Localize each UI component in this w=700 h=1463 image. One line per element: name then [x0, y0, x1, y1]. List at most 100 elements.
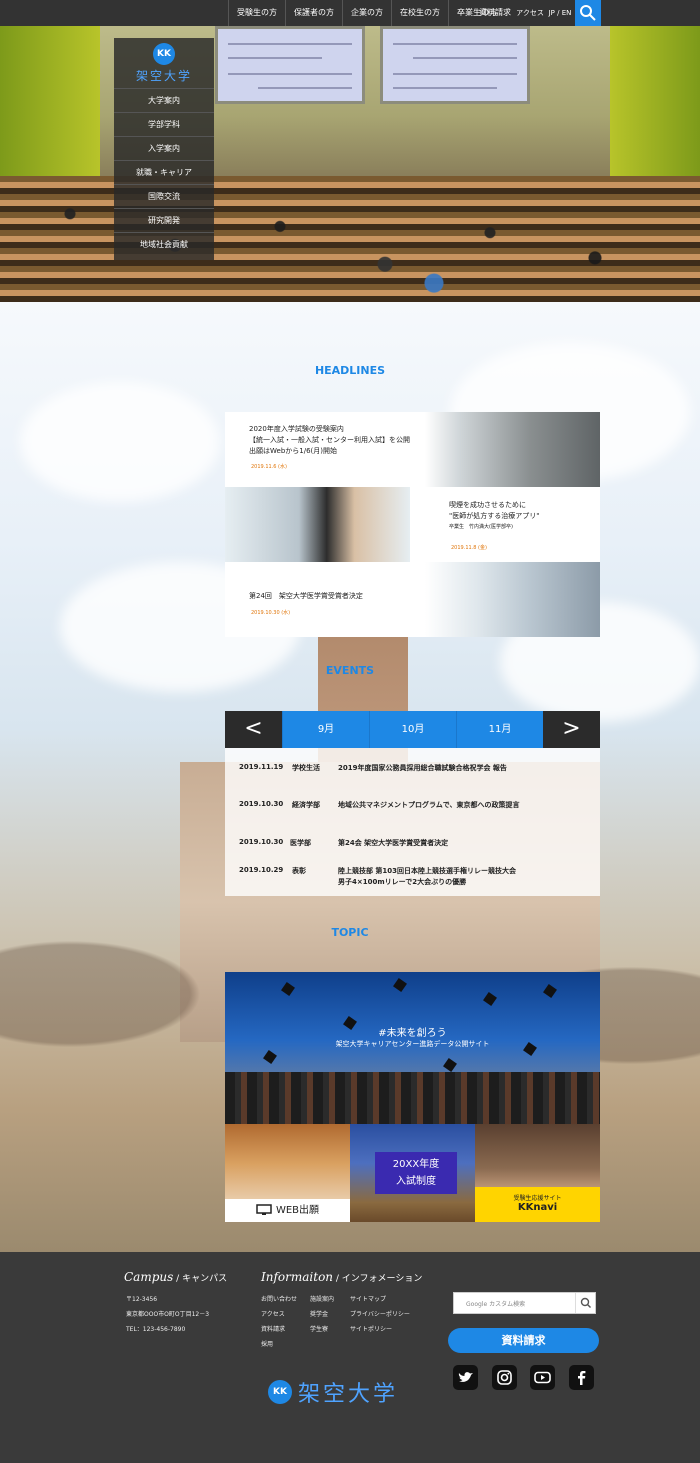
- event-date: 2019.10.30: [239, 838, 284, 846]
- footer-logo[interactable]: KK 架空大学: [268, 1376, 398, 1408]
- tab-month-10[interactable]: 10月: [369, 711, 456, 748]
- search-placeholder: Google カスタム検索: [466, 1301, 526, 1308]
- nav-students[interactable]: 在校生の方: [391, 0, 448, 26]
- hall-left-wall: [0, 26, 100, 201]
- headline-item[interactable]: 第24回 架空大学医学賞受賞者決定 2019.10.30 (水): [225, 562, 600, 637]
- youtube-icon[interactable]: [530, 1365, 555, 1390]
- site-logo[interactable]: KK 架空大学: [114, 38, 214, 88]
- headline-line: 第24回 架空大学医学賞受賞者決定: [249, 592, 363, 600]
- nav-companies[interactable]: 企業の方: [342, 0, 391, 26]
- footer-links-col3: サイトマップ プライバシーポリシー サイトポリシー: [350, 1292, 410, 1337]
- instagram-icon[interactable]: [492, 1365, 517, 1390]
- headline-line: "医師が処方する治療アプリ": [449, 512, 540, 520]
- footer-link-recruit[interactable]: 採用: [261, 1337, 297, 1352]
- prev-month-button[interactable]: <: [225, 711, 282, 748]
- nav-examinees[interactable]: 受験生の方: [228, 0, 285, 26]
- admission-system-tile[interactable]: 20XX年度 入試制度: [350, 1124, 475, 1222]
- graduates-crowd: [225, 1072, 600, 1124]
- event-title: 地域公共マネジメントプログラムで、東京都への政策提言: [338, 801, 520, 809]
- footer-link-access[interactable]: アクセス: [261, 1307, 297, 1322]
- sidebar-item-research[interactable]: 研究開発: [114, 208, 214, 232]
- language-switch[interactable]: JP / EN: [546, 0, 574, 26]
- kknavi-subtitle: 受験生応援サイト: [513, 1195, 562, 1202]
- footer-logo-mark: KK: [268, 1380, 292, 1404]
- twitter-icon[interactable]: [453, 1365, 478, 1390]
- headline-line: 出願はWebから1/6(月)開始: [249, 447, 337, 455]
- web-application-label: WEB出願: [275, 1205, 320, 1216]
- info-heading-jp: / インフォメーション: [335, 1274, 423, 1284]
- footer-link-dormitory[interactable]: 学生寮: [310, 1322, 334, 1337]
- campus-heading-en: Campus: [124, 1270, 174, 1284]
- footer-link-facilities[interactable]: 施設案内: [310, 1292, 334, 1307]
- info-heading-en: Informaiton: [261, 1270, 334, 1284]
- sidebar-item-international[interactable]: 国際交流: [114, 184, 214, 208]
- event-title: 2019年度国家公務員採用総合職試験合格祝学会 報告: [338, 764, 507, 772]
- footer-search-button[interactable]: [575, 1293, 595, 1313]
- next-month-button[interactable]: >: [543, 711, 600, 748]
- headline-date: 2019.10.30 (水): [251, 610, 291, 616]
- tab-month-9[interactable]: 9月: [282, 711, 369, 748]
- footer-links-col1: お問い合わせ アクセス 資料請求 採用: [261, 1292, 297, 1352]
- footer-link-sitemap[interactable]: サイトマップ: [350, 1292, 410, 1307]
- headline-line: 2020年度入学試験の受験案内: [249, 425, 344, 433]
- campus-heading: Campus / キャンパス: [124, 1270, 227, 1284]
- kknavi-tile[interactable]: 受験生応援サイト KKnavi: [475, 1124, 600, 1222]
- career-banner[interactable]: #未来を創ろう 架空大学キャリアセンター進路データ公開サイト: [225, 972, 600, 1124]
- search-icon: [580, 1297, 591, 1308]
- logo-mark: KK: [153, 42, 175, 65]
- request-materials-button[interactable]: 資料請求: [448, 1328, 599, 1353]
- address: 東京都OOO市O町O丁目12－3: [126, 1311, 210, 1318]
- headline-date: 2019.11.6 (水): [251, 464, 287, 470]
- sidebar-item-career[interactable]: 就職・キャリア: [114, 160, 214, 184]
- sidebar-item-about[interactable]: 大学案内: [114, 88, 214, 112]
- admission-year: 20XX年度: [392, 1159, 440, 1170]
- footer-link-scholarship[interactable]: 奨学金: [310, 1307, 334, 1322]
- info-heading: Informaiton / インフォメーション: [261, 1270, 422, 1284]
- postal-code: 〒12-3456: [126, 1296, 158, 1303]
- facebook-icon[interactable]: [569, 1365, 594, 1390]
- phone: TEL：123-456-7890: [126, 1326, 186, 1333]
- kknavi-title: KKnavi: [517, 1202, 558, 1213]
- web-application-tile[interactable]: WEB出願: [225, 1124, 350, 1222]
- nav-access[interactable]: アクセス: [514, 0, 546, 26]
- footer-link-contact[interactable]: お問い合わせ: [261, 1292, 297, 1307]
- nav-request-materials[interactable]: 資料請求: [477, 0, 513, 26]
- banner-subtitle: 架空大学キャリアセンター進路データ公開サイト: [335, 1040, 490, 1048]
- search-button[interactable]: [575, 0, 601, 26]
- footer-logo-name: 架空大学: [298, 1382, 399, 1407]
- blackboard-left: [215, 26, 365, 104]
- admission-label: 入試制度: [396, 1176, 436, 1187]
- stethoscope-image: [425, 562, 600, 637]
- main-sidebar: KK 架空大学 大学案内 学部学科 入学案内 就職・キャリア 国際交流 研究開発…: [114, 38, 214, 260]
- sidebar-item-admissions[interactable]: 入学案内: [114, 136, 214, 160]
- nav-parents[interactable]: 保護者の方: [285, 0, 342, 26]
- headline-item[interactable]: 2020年度入学試験の受験案内 【統一入試・一般入試・センター利用入試】を公開 …: [225, 412, 600, 487]
- headline-item[interactable]: 喫煙を成功させるために "医師が処方する治療アプリ" 卒業生 竹内満大(医学部卒…: [225, 487, 600, 562]
- search-icon: [580, 5, 596, 21]
- logo-name: 架空大学: [135, 68, 192, 83]
- sidebar-item-faculties[interactable]: 学部学科: [114, 112, 214, 136]
- sidebar-item-community[interactable]: 地域社会貢献: [114, 232, 214, 256]
- headline-line: 喫煙を成功させるために: [449, 501, 526, 509]
- event-category: 表彰: [292, 867, 306, 875]
- footer-link-privacy[interactable]: プライバシーポリシー: [350, 1307, 410, 1322]
- monitor-icon: [256, 1204, 272, 1215]
- event-category: 学校生活: [292, 764, 320, 772]
- headline-line: 【統一入試・一般入試・センター利用入試】を公開: [249, 436, 410, 444]
- footer-link-site-policy[interactable]: サイトポリシー: [350, 1322, 410, 1337]
- event-title: 陸上競技部 第103回日本陸上競技選手権リレー競技大会: [338, 867, 517, 875]
- banner-headline: #未来を創ろう: [378, 1028, 447, 1039]
- topic-section: #未来を創ろう 架空大学キャリアセンター進路データ公開サイト WEB出願 20X…: [225, 972, 600, 1222]
- top-nav: 受験生の方 保護者の方 企業の方 在校生の方 卒業生の方 資料請求 アクセス J…: [0, 0, 700, 26]
- footer-search-input[interactable]: Google カスタム検索: [453, 1292, 596, 1314]
- footer-link-request[interactable]: 資料請求: [261, 1322, 297, 1337]
- statue-image: [425, 412, 600, 487]
- topic-title: TOPIC: [331, 926, 369, 939]
- event-title: 第24会 架空大学医学賞受賞者決定: [338, 839, 449, 847]
- headline-line: 卒業生 竹内満大(医学部卒): [449, 524, 513, 530]
- hall-right-wall: [610, 26, 700, 201]
- tab-month-11[interactable]: 11月: [456, 711, 543, 748]
- events-list: 2019.11.19 学校生活 2019年度国家公務員採用総合職試験合格祝学会 …: [225, 748, 600, 896]
- events-title: EVENTS: [325, 664, 375, 677]
- events-month-nav: < 9月 10月 11月 >: [225, 711, 600, 748]
